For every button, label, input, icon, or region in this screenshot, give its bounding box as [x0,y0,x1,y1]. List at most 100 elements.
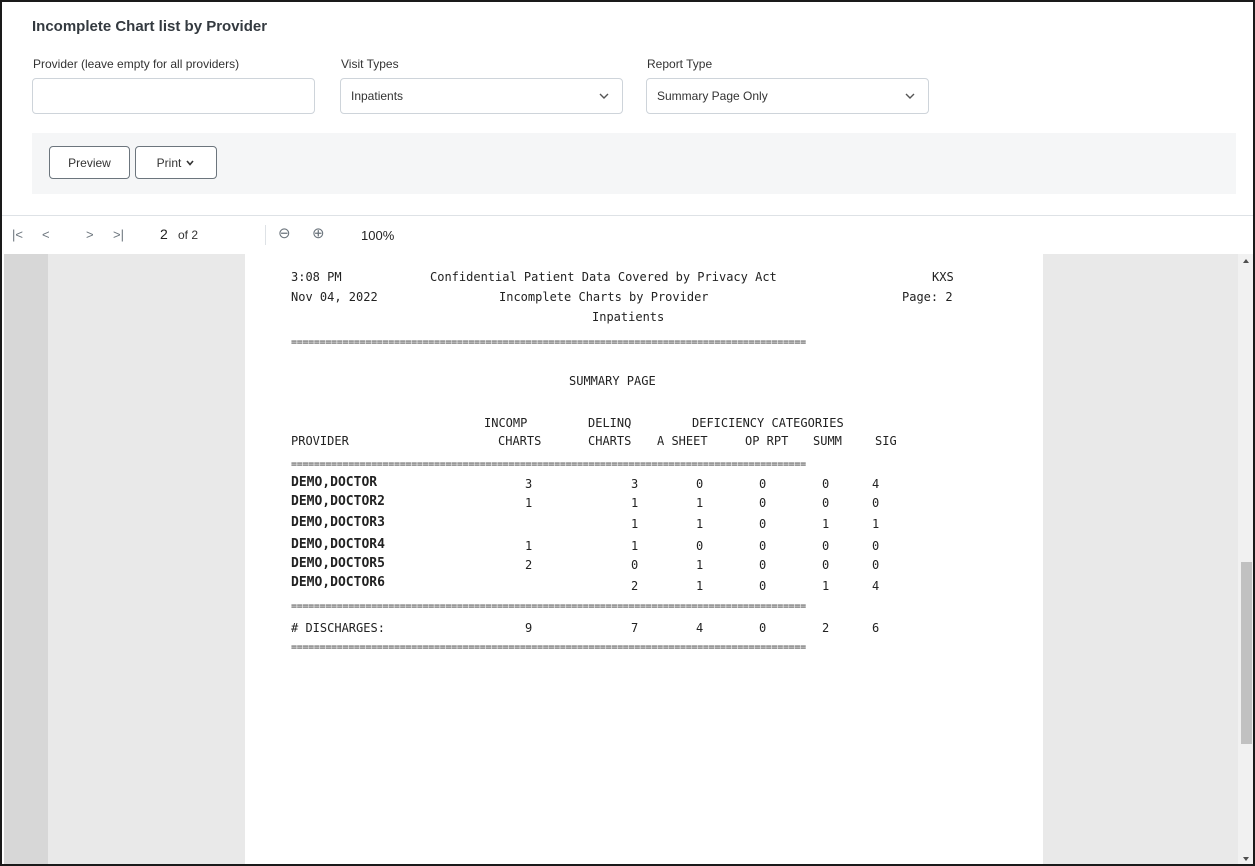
zoom-out-icon[interactable]: ⊖ [278,224,291,242]
row-a-sheet: 0 [696,539,704,553]
row-op-rpt: 0 [759,579,767,593]
row-summ: 1 [822,579,830,593]
report-section-title: SUMMARY PAGE [569,374,656,388]
row-sig: 4 [872,579,880,593]
toolbar-separator [265,225,266,245]
viewer-scrollbar[interactable] [1238,254,1253,864]
scrollbar-thumb[interactable] [1241,562,1252,744]
header-incomp: INCOMP [484,416,528,430]
report-title: Incomplete Charts by Provider [499,290,709,304]
provider-input[interactable] [32,78,315,114]
header-summ: SUMM [813,434,842,448]
visit-types-label: Visit Types [341,57,399,71]
row-op-rpt: 0 [759,558,767,572]
row-delinq: 2 [631,579,639,593]
row-summ: 1 [822,517,830,531]
page-count: of 2 [178,228,199,242]
visit-types-select[interactable]: Inpatients [340,78,623,114]
row-sig: 4 [872,477,880,491]
row-a-sheet: 1 [696,517,704,531]
row-delinq: 1 [631,496,639,510]
report-type-select[interactable]: Summary Page Only [646,78,929,114]
header-sig: SIG [875,434,897,448]
report-rule: ========================================… [291,643,806,653]
scroll-up-icon[interactable] [1243,259,1249,263]
row-sig: 0 [872,496,880,510]
report-confidential: Confidential Patient Data Covered by Pri… [430,270,777,284]
provider-label: Provider (leave empty for all providers) [33,57,240,71]
print-button[interactable]: Print [135,146,217,179]
report-page-number: Page: 2 [902,290,953,304]
header-delinq: DELINQ [588,416,632,430]
zoom-level: 100% [361,228,395,243]
row-op-rpt: 0 [759,496,767,510]
row-a-sheet: 1 [696,496,704,510]
row-incomp: 3 [525,477,533,491]
header-a-sheet: A SHEET [657,434,708,448]
report-type-value: Summary Page Only [657,89,768,103]
chevron-down-icon [905,93,915,99]
row-provider: DEMO,DOCTOR [291,475,378,490]
row-sig: 0 [872,558,880,572]
row-sig: 0 [872,539,880,553]
scroll-down-icon[interactable] [1243,857,1249,861]
report-window: Incomplete Chart list by Provider Provid… [0,0,1255,866]
first-page-icon[interactable]: |< [12,227,23,242]
header-provider: PROVIDER [291,434,349,448]
header-deficiency: DEFICIENCY CATEGORIES [692,416,844,430]
row-provider: DEMO,DOCTOR6 [291,575,385,590]
report-rule: ========================================… [291,602,806,612]
totals-delinq: 7 [631,621,639,635]
row-delinq: 1 [631,517,639,531]
row-delinq: 1 [631,539,639,553]
row-op-rpt: 0 [759,477,767,491]
row-provider: DEMO,DOCTOR3 [291,515,385,530]
row-incomp: 1 [525,539,533,553]
totals-sig: 6 [872,621,880,635]
report-type-label: Report Type [647,57,713,71]
totals-label: # DISCHARGES: [291,621,385,635]
row-provider: DEMO,DOCTOR2 [291,494,385,509]
page-title: Incomplete Chart list by Provider [32,18,268,35]
header-op-rpt: OP RPT [745,434,789,448]
report-rule: ========================================… [291,338,806,348]
row-provider: DEMO,DOCTOR5 [291,556,385,571]
header-incomp-charts: CHARTS [498,434,542,448]
row-summ: 0 [822,477,830,491]
print-button-label: Print [156,155,182,170]
row-delinq: 3 [631,477,639,491]
viewer-toolbar: |< < > >| 2 of 2 ⊖ ⊕ 100% [2,216,1253,254]
preview-button[interactable]: Preview [49,146,130,179]
row-incomp: 1 [525,496,533,510]
report-time: 3:08 PM [291,270,342,284]
viewer-left-margin [4,254,48,864]
chevron-down-icon [186,159,194,166]
totals-summ: 2 [822,621,830,635]
totals-op-rpt: 0 [759,621,767,635]
totals-a-sheet: 4 [696,621,704,635]
chevron-down-icon [599,93,609,99]
row-summ: 0 [822,558,830,572]
row-a-sheet: 1 [696,558,704,572]
row-sig: 1 [872,517,880,531]
row-delinq: 0 [631,558,639,572]
next-page-icon[interactable]: > [86,227,94,242]
report-user: KXS [932,270,954,284]
previous-page-icon[interactable]: < [42,227,50,242]
row-op-rpt: 0 [759,539,767,553]
row-a-sheet: 1 [696,579,704,593]
current-page-input[interactable]: 2 [160,226,168,242]
row-summ: 0 [822,496,830,510]
totals-incomp: 9 [525,621,533,635]
row-a-sheet: 0 [696,477,704,491]
last-page-icon[interactable]: >| [113,227,124,242]
row-provider: DEMO,DOCTOR4 [291,537,385,552]
row-summ: 0 [822,539,830,553]
preview-button-label: Preview [68,155,111,170]
report-visit-type: Inpatients [592,310,665,324]
row-incomp: 2 [525,558,533,572]
header-delinq-charts: CHARTS [588,434,632,448]
row-op-rpt: 0 [759,517,767,531]
zoom-in-icon[interactable]: ⊕ [312,224,325,242]
report-rule: ========================================… [291,460,806,470]
